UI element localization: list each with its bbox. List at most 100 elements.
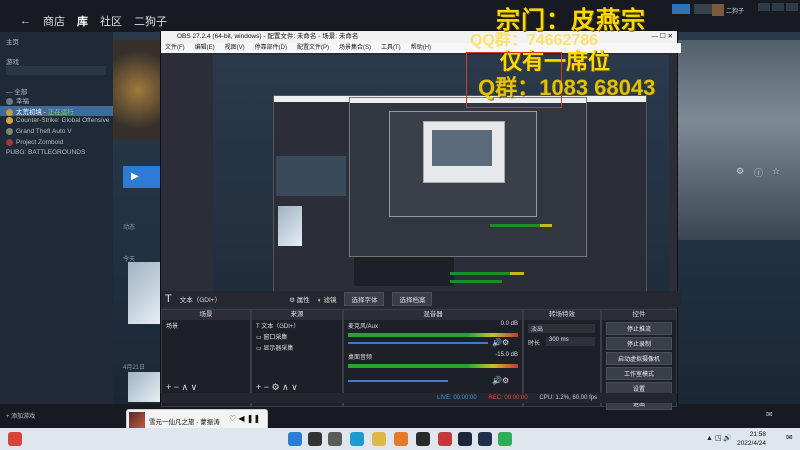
steam-icon[interactable]	[458, 432, 472, 446]
app-icon[interactable]	[394, 432, 408, 446]
nav-community[interactable]: 社区	[98, 13, 124, 29]
obs-icon[interactable]	[416, 432, 430, 446]
song-title: 雪元一仙凡之旅 - 蒙振涛	[149, 419, 220, 426]
avatar[interactable]	[712, 4, 724, 16]
source-label: 显示器采集	[263, 346, 294, 352]
file-explorer-icon[interactable]	[372, 432, 386, 446]
source-controls[interactable]: + − ⚙ ∧ ∨	[256, 382, 298, 393]
menu-docks[interactable]: 停靠部件(D)	[255, 43, 287, 53]
transition-select[interactable]: 淡出	[528, 324, 595, 333]
speaker-icon[interactable]: 🔊⚙	[492, 338, 509, 347]
friends-chat-icon[interactable]: ✉	[766, 410, 773, 419]
add-game-button[interactable]: + 添加游戏	[6, 411, 35, 420]
settings-icon[interactable]: ⚙	[736, 166, 744, 177]
favorite-icon[interactable]: ☆	[772, 166, 780, 177]
sidebar-item-2[interactable]: Counter-Strike: Global Offensive	[6, 117, 109, 124]
nested-capture-4	[423, 121, 505, 183]
cpu-status: CPU: 1.2%, 60.00 fps	[539, 395, 598, 401]
scene-item[interactable]: 场景	[162, 320, 250, 331]
select-file-button[interactable]: 选择档案	[392, 292, 433, 306]
search-input[interactable]	[6, 66, 106, 75]
controls-title: 控件	[602, 310, 676, 320]
properties-label: 属性	[296, 297, 310, 304]
scene-controls[interactable]: + − ∧ ∨	[166, 382, 197, 393]
transitions-title: 转场特效	[524, 310, 600, 320]
close-button[interactable]	[786, 3, 798, 11]
home-label[interactable]: 主页	[6, 36, 19, 46]
virtual-camera-button[interactable]: 启动虚拟摄像机	[606, 352, 672, 365]
stop-streaming-button[interactable]: 停止推流	[606, 322, 672, 335]
channel-name: 桌面音频	[348, 355, 373, 361]
menu-help[interactable]: 帮助(H)	[411, 43, 431, 53]
menu-view[interactable]: 视图(V)	[225, 43, 245, 53]
select-font-button[interactable]: 选择字体	[344, 292, 385, 306]
sidebar-item-1[interactable]: 太荒初境 - 正在运行	[0, 106, 113, 116]
notification-icon[interactable]: ✉	[786, 433, 793, 442]
game-label: 太荒初境	[16, 109, 42, 116]
sidebar-item-0[interactable]: 幸福	[6, 95, 29, 105]
channel-db: 0.0 dB	[500, 321, 518, 327]
sidebar-item-3[interactable]: Grand Theft Auto V	[6, 128, 72, 135]
nav-back-icon[interactable]: ←	[18, 15, 33, 27]
system-tray-icons[interactable]: ▲ ◳ 🔊	[706, 434, 732, 442]
menu-tools[interactable]: 工具(T)	[381, 43, 401, 53]
info-icon[interactable]: ⓘ	[754, 166, 763, 179]
volume-slider[interactable]	[348, 380, 448, 382]
stop-recording-button[interactable]: 停止录制	[606, 337, 672, 350]
game-label: PUBG: BATTLEGROUNDS	[6, 149, 86, 156]
text-source-icon: T	[165, 293, 172, 305]
app-icon[interactable]	[438, 432, 452, 446]
speaker-icon[interactable]: 🔊⚙	[492, 376, 509, 385]
obs-window-controls[interactable]: — ☐ ✕	[652, 31, 673, 43]
source-item[interactable]: ▭ 窗口采集	[252, 331, 342, 342]
app-tray-icon[interactable]	[8, 432, 22, 446]
game-label: Grand Theft Auto V	[16, 128, 72, 136]
friends-button[interactable]	[694, 4, 712, 14]
mixer-channel: 桌面音频 -15.0 dB	[344, 351, 522, 362]
nav-library[interactable]: 库	[75, 13, 90, 29]
user-tag[interactable]: 二狗子	[726, 6, 744, 15]
notification-button[interactable]	[672, 4, 690, 14]
volume-slider[interactable]	[348, 342, 488, 344]
search-icon[interactable]	[308, 432, 322, 446]
menu-edit[interactable]: 编辑(E)	[195, 43, 215, 53]
activity-thumbnail[interactable]	[128, 372, 160, 402]
game-icon	[6, 108, 13, 116]
minimize-button[interactable]	[758, 3, 770, 11]
sidebar-item-4[interactable]: Project Zomboid	[6, 139, 63, 146]
activity-thumbnail[interactable]	[128, 262, 160, 324]
hero-art	[113, 40, 163, 140]
menu-file[interactable]: 文件(F)	[165, 43, 185, 53]
obs-statusbar: LIVE: 00:00:00 REC: 00:00:00 CPU: 1.2%, …	[161, 393, 677, 403]
game-status: 正在运行	[47, 109, 74, 116]
task-view-icon[interactable]	[328, 432, 342, 446]
volume-meter	[348, 333, 518, 337]
filter-label[interactable]: 游戏	[6, 56, 19, 66]
nested-thumbnail	[278, 206, 302, 246]
maximize-button[interactable]	[772, 3, 784, 11]
sources-title: 来源	[252, 310, 342, 320]
source-item[interactable]: ▭ 显示器采集	[252, 342, 342, 353]
source-item[interactable]: T 文本（GDI+）	[252, 320, 342, 331]
game-label: Project Zomboid	[16, 139, 64, 147]
nav-user[interactable]: 二狗子	[132, 13, 169, 29]
menu-profile[interactable]: 配置文件(P)	[297, 43, 329, 53]
album-cover	[129, 412, 145, 428]
start-icon[interactable]	[288, 432, 302, 446]
game-icon	[6, 139, 13, 146]
duration-input[interactable]: 300 ms	[546, 337, 595, 346]
studio-mode-button[interactable]: 工作室模式	[606, 367, 672, 380]
edge-icon[interactable]	[350, 432, 364, 446]
app-icon[interactable]	[478, 432, 492, 446]
filters-button[interactable]: ◐ 滤镜	[318, 294, 337, 304]
app-icon[interactable]	[498, 432, 512, 446]
nav-store[interactable]: 商店	[41, 13, 67, 29]
sidebar-item-5[interactable]: PUBG: BATTLEGROUNDS	[6, 149, 85, 156]
menu-scene-collection[interactable]: 场景集合(S)	[339, 43, 371, 53]
game-icon	[6, 97, 13, 105]
taskbar-clock[interactable]: 21:58 2022/4/24	[737, 430, 766, 448]
properties-button[interactable]: ⚙ 属性	[289, 294, 310, 304]
music-controls[interactable]: ♡ ◀ ❚❚	[229, 414, 260, 423]
mixer-title: 混音器	[344, 310, 522, 320]
nested-sidebar	[276, 156, 346, 196]
